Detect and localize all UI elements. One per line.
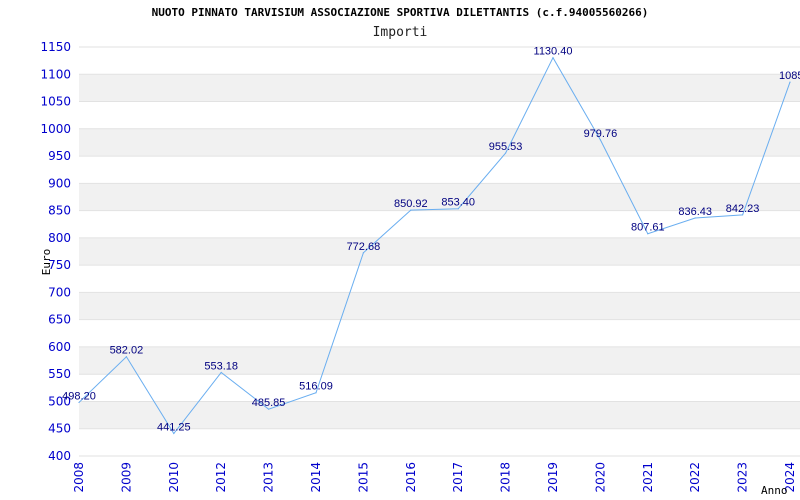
x-tick-label: 2019 [546,462,560,493]
y-tick-label: 700 [48,285,71,299]
grid-band [79,346,800,375]
x-tick-label: 2014 [309,462,323,493]
data-label: 836.43 [678,206,712,218]
y-tick-label: 450 [48,422,71,436]
y-tick-label: 1150 [40,40,71,54]
data-label: 516.09 [299,381,333,393]
x-axis-ticks: 2008 2009 2010 2012 2013 2014 2015 2016 2017 2018… [72,462,797,493]
grid-bands [79,46,800,457]
y-tick-label: 900 [48,176,71,190]
grid-band [79,292,800,320]
x-axis-label: Anno [761,484,788,497]
x-tick-label: 2008 [72,462,86,493]
y-tick-label: 850 [48,204,71,218]
x-tick-label: 2015 [356,462,370,493]
x-tick-label: 2017 [451,462,465,493]
x-tick-label: 2023 [736,462,750,493]
data-label: 485.85 [252,397,286,409]
grid-band [79,128,800,157]
data-label: 498.20 [62,390,96,402]
x-tick-label: 2021 [641,462,655,493]
y-tick-label: 950 [48,149,71,163]
x-tick-label: 2018 [499,462,513,493]
data-label: 955.53 [489,141,523,153]
x-tick-label: 2009 [119,462,133,493]
grid-band [79,237,800,266]
data-label: 553.18 [204,360,238,372]
y-tick-label: 600 [48,340,71,354]
y-tick-label: 1050 [40,95,71,109]
y-tick-label: 1000 [40,122,71,136]
x-tick-label: 2012 [214,462,228,493]
y-tick-label: 800 [48,231,71,245]
line-chart: 4004505005506006507007508008509009501000… [40,40,800,497]
y-tick-label: 1100 [40,67,71,81]
data-label: 441.25 [157,422,191,434]
y-tick-label: 550 [48,367,71,381]
data-label: 979.76 [584,128,618,140]
data-label: 772.68 [347,241,381,253]
data-label: 842.23 [726,203,760,215]
x-tick-label: 2022 [688,462,702,493]
x-tick-label: 2010 [167,462,181,493]
grid-band [79,74,800,102]
y-axis-label: Euro [40,249,53,276]
x-tick-label: 2013 [262,462,276,493]
data-label: 850.92 [394,198,428,210]
data-label: 1130.40 [534,46,573,58]
data-label: 807.61 [631,222,665,234]
x-tick-label: 2016 [404,462,418,493]
data-label: 1085.7 [779,70,800,82]
data-label: 582.02 [110,345,144,357]
y-tick-label: 400 [48,449,71,463]
x-tick-label: 2020 [593,462,607,493]
y-tick-label: 650 [48,313,71,327]
data-label: 853.40 [441,197,475,209]
